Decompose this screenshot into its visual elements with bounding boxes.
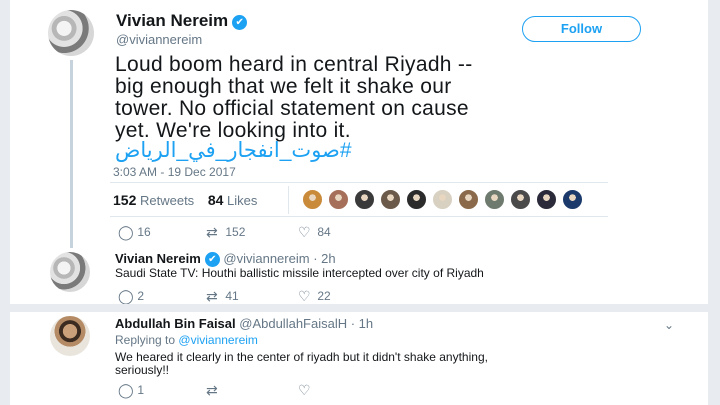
like-action[interactable]: ♡ 22 <box>298 288 331 305</box>
like-action[interactable]: ♡ 84 <box>298 224 331 241</box>
follow-button[interactable]: Follow <box>522 16 641 42</box>
liker-avatar[interactable] <box>380 189 401 210</box>
liker-avatar[interactable] <box>484 189 505 210</box>
like-count: 84 <box>317 225 331 239</box>
tweet-text-line: big enough that we felt it shake our <box>115 75 452 98</box>
retweet-icon: ⇄ <box>206 224 218 240</box>
reply-icon: ◯ <box>118 382 134 398</box>
reply-action[interactable]: ◯ 1 <box>118 382 144 399</box>
retweet-count: 41 <box>225 289 239 303</box>
retweets-stat[interactable]: 152 Retweets <box>113 192 195 208</box>
retweets-count: 152 <box>113 192 137 208</box>
like-action[interactable]: ♡ <box>298 382 314 399</box>
reply-separator <box>0 304 720 312</box>
likes-stat[interactable]: 84 Likes <box>207 192 258 208</box>
reply-icon: ◯ <box>118 288 134 304</box>
like-icon: ♡ <box>298 224 311 240</box>
replying-to: Replying to @viviannereim <box>115 333 258 347</box>
liker-avatar[interactable] <box>406 189 427 210</box>
likes-count: 84 <box>207 192 224 208</box>
tweet-text-line: Loud boom heard in central Riyadh -- <box>115 53 473 76</box>
like-icon: ♡ <box>298 382 311 398</box>
reply-age[interactable]: · 2h <box>313 251 335 266</box>
reply-text-line: We heared it clearly in the center of ri… <box>115 350 488 364</box>
verified-badge-icon: ✔ <box>232 15 248 30</box>
page-background-left <box>0 0 10 405</box>
liker-avatar[interactable] <box>458 189 479 210</box>
reply-count: 16 <box>137 225 151 239</box>
reply-author-handle[interactable]: @viviannereim <box>223 251 309 266</box>
engagement-stats: 152 Retweets 84 Likes <box>113 192 257 208</box>
replying-to-link[interactable]: @viviannereim <box>178 333 258 347</box>
divider <box>110 216 608 217</box>
verified-badge-icon: ✔ <box>204 252 220 267</box>
reply-text-line: seriously!! <box>115 363 170 377</box>
retweet-count: 152 <box>225 225 246 239</box>
stats-separator <box>288 186 289 214</box>
liker-avatar[interactable] <box>536 189 557 210</box>
reply-author[interactable]: Abdullah Bin Faisal @AbdullahFaisalH · 1… <box>115 316 373 331</box>
reply-author-handle[interactable]: @AbdullahFaisalH <box>239 316 347 331</box>
retweet-icon: ⇄ <box>206 382 218 398</box>
author-name-text[interactable]: Vivian Nereim <box>116 11 228 30</box>
tweet-text-line: tower. No official statement on cause <box>115 97 469 120</box>
avatar[interactable] <box>48 10 94 56</box>
tweet-timestamp[interactable]: 3:03 AM - 19 Dec 2017 <box>113 165 236 179</box>
hashtag-link[interactable]: #صوت_انفجار_في_الرياض <box>115 138 352 163</box>
avatar[interactable] <box>50 316 90 356</box>
author-name[interactable]: Vivian Nereim ✔ <box>116 11 248 31</box>
reply-author-name[interactable]: Abdullah Bin Faisal <box>115 316 236 331</box>
liker-avatar[interactable] <box>328 189 349 210</box>
liker-avatar[interactable] <box>432 189 453 210</box>
like-icon: ♡ <box>298 288 311 304</box>
liker-avatar[interactable] <box>562 189 583 210</box>
like-count: 22 <box>317 289 331 303</box>
liker-avatar[interactable] <box>510 189 531 210</box>
reply-action[interactable]: ◯ 16 <box>118 224 151 241</box>
likes-label: Likes <box>227 193 258 208</box>
replying-to-label: Replying to <box>115 333 176 347</box>
reply-action[interactable]: ◯ 2 <box>118 288 144 305</box>
reply-age[interactable]: · 1h <box>351 316 373 331</box>
retweets-label: Retweets <box>139 193 195 208</box>
retweet-icon: ⇄ <box>206 288 218 304</box>
reply-author[interactable]: Vivian Nereim ✔ @viviannereim · 2h <box>115 251 336 267</box>
retweet-action[interactable]: ⇄ 41 <box>206 288 239 305</box>
author-handle[interactable]: @viviannereim <box>116 32 202 47</box>
avatar[interactable] <box>50 252 90 292</box>
retweet-action[interactable]: ⇄ <box>206 382 222 399</box>
tweet-thread: Vivian Nereim ✔ @viviannereim Follow Loud… <box>0 0 720 405</box>
reply-author-name[interactable]: Vivian Nereim <box>115 251 201 266</box>
reply-text: Saudi State TV: Houthi ballistic missile… <box>115 266 484 280</box>
retweet-action[interactable]: ⇄ 152 <box>206 224 245 241</box>
liker-avatar[interactable] <box>302 189 323 210</box>
liker-avatar[interactable] <box>354 189 375 210</box>
divider <box>110 182 608 183</box>
more-options-icon[interactable]: ⌄ <box>664 318 674 332</box>
thread-connector <box>70 60 73 248</box>
reply-count: 2 <box>137 289 145 303</box>
reply-icon: ◯ <box>118 224 134 240</box>
tweet-text: Loud boom heard in central Riyadh -- big… <box>115 54 675 142</box>
page-background-right <box>708 0 720 405</box>
reply-count: 1 <box>137 383 145 397</box>
